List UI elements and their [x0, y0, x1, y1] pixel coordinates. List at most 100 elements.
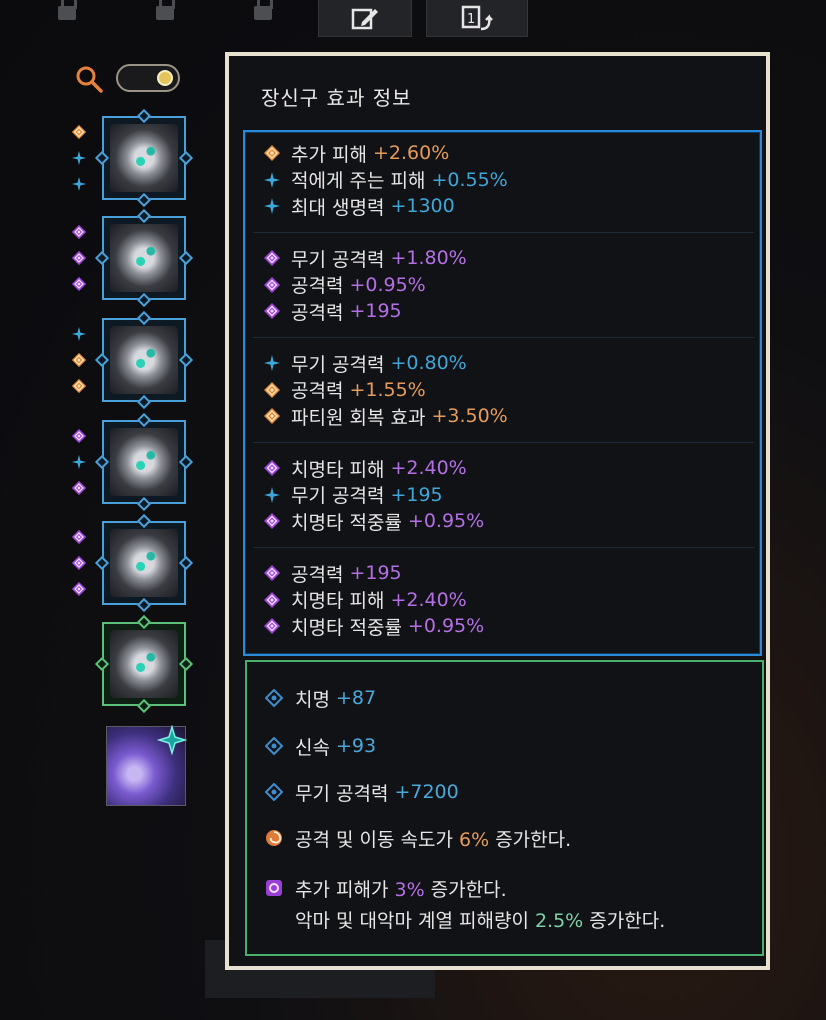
stat-section: 치명 +87 신속 +93 무기 공격력 +7200 공격 및 이동 속도가 6… [245, 660, 764, 956]
edit-button[interactable] [318, 0, 412, 37]
purple-diamond-icon [263, 276, 281, 294]
earring-icon [110, 326, 178, 394]
purple-diamond-icon [263, 512, 281, 530]
effect-row: 추가 피해가 3% 증가한다. [265, 874, 507, 902]
purple-diamond-icon [71, 529, 87, 545]
accessory-slot-earring-2[interactable] [94, 310, 194, 410]
blue-star-icon [263, 197, 281, 215]
purple-diamond-icon [71, 224, 87, 240]
option-row: 공격력 +1.55% [263, 377, 426, 403]
purple-diamond-icon [71, 276, 87, 292]
option-label: 치명타 피해 [291, 458, 385, 481]
bracelet-icon [110, 630, 178, 698]
option-value: +0.95% [349, 273, 426, 296]
option-label: 무기 공격력 [291, 485, 385, 507]
accessory-slot-necklace[interactable] [94, 108, 194, 208]
lock-icon [154, 0, 176, 24]
group-divider [253, 547, 754, 548]
option-label: 치명타 적중률 [291, 616, 402, 639]
option-value: +195 [349, 562, 402, 584]
option-value: +0.95% [407, 615, 485, 637]
effect-text-line2: 악마 및 대악마 계열 피해량이 2.5% 증가한다. [295, 910, 666, 932]
purple-diamond-icon [263, 617, 281, 635]
option-row: 공격력 +195 [263, 298, 402, 324]
lock-icon [56, 0, 78, 24]
search-icon[interactable] [74, 64, 104, 94]
purple-diamond-icon [71, 480, 87, 496]
option-value: +0.95% [407, 510, 485, 532]
option-label: 치명타 적중률 [291, 511, 402, 534]
orange-diamond-icon [71, 124, 87, 140]
stat-value: +7200 [394, 781, 459, 803]
stat-label: 신속 [295, 736, 330, 759]
orange-diamond-icon [263, 144, 281, 162]
accessory-slot-ring-1[interactable] [94, 412, 194, 512]
ability-stone-slot[interactable] [106, 725, 187, 806]
effect-text: 공격 및 이동 속도가 6% 증가한다. [295, 828, 572, 851]
option-section: 추가 피해 +2.60% 적에게 주는 피해 +0.55% 최대 생명력 +1300 무기 … [243, 130, 762, 656]
purple-diamond-icon [263, 249, 281, 267]
option-label: 치명타 피해 [291, 590, 385, 612]
option-row: 치명타 피해 +2.40% [263, 455, 467, 481]
effect-row: 공격 및 이동 속도가 6% 증가한다. [265, 824, 571, 852]
edit-icon [351, 8, 378, 30]
top-toolbar: 1 [0, 0, 826, 38]
blue-star-icon [263, 171, 281, 189]
option-row: 공격력 +0.95% [263, 272, 426, 298]
stat-row: 치명 +87 [265, 684, 376, 712]
option-row: 적에게 주는 피해 +0.55% [263, 167, 508, 193]
orange-diamond-icon [71, 378, 87, 394]
filter-toggle[interactable] [116, 64, 180, 92]
earring-icon [110, 224, 178, 292]
stat-row: 신속 +93 [265, 732, 376, 760]
orange-diamond-icon [71, 352, 87, 368]
option-label: 적에게 주는 피해 [291, 170, 426, 192]
purple-diamond-icon [71, 555, 87, 571]
option-row: 치명타 적중률 +0.95% [263, 508, 484, 534]
option-row: 무기 공격력 +1.80% [263, 245, 467, 271]
stat-value: +93 [335, 735, 377, 757]
effect-text: 추가 피해가 3% 증가한다. [295, 878, 507, 901]
option-value: +2.40% [390, 457, 467, 479]
stat-diamond-icon [265, 783, 283, 801]
option-value: +2.60% [372, 142, 450, 164]
star-badge-icon [157, 725, 187, 755]
stat-diamond-icon [265, 689, 283, 707]
option-row: 파티원 회복 효과 +3.50% [263, 403, 508, 429]
option-row: 최대 생명력 +1300 [263, 193, 455, 219]
option-value: +1300 [390, 195, 455, 217]
purple-square-icon [265, 879, 283, 897]
option-row: 치명타 적중률 +0.95% [263, 613, 484, 639]
option-value: +0.80% [390, 352, 467, 374]
purple-diamond-icon [263, 302, 281, 320]
stat-label: 무기 공격력 [295, 782, 389, 805]
option-row: 치명타 피해 +2.40% [263, 587, 467, 613]
option-row: 공격력 +195 [263, 560, 402, 586]
accessory-effect-panel: 장신구 효과 정보 추가 피해 +2.60% 적에게 주는 피해 +0.55% 최대 생… [225, 52, 770, 970]
preset-button[interactable]: 1 [426, 0, 528, 37]
option-label: 공격력 [291, 301, 344, 324]
option-label: 최대 생명력 [291, 196, 385, 219]
accessory-slot-earring-1[interactable] [94, 208, 194, 308]
stat-row: 무기 공격력 +7200 [265, 778, 459, 806]
ring-icon [110, 529, 178, 597]
option-value: +0.55% [431, 168, 508, 191]
option-value: +1.55% [349, 378, 426, 401]
option-value: +1.80% [390, 247, 467, 269]
toggle-knob [157, 70, 173, 86]
blue-star-icon [71, 176, 87, 192]
accessory-slot-bracelet[interactable] [94, 614, 194, 714]
purple-diamond-icon [263, 591, 281, 609]
purple-diamond-icon [71, 581, 87, 597]
necklace-icon [110, 124, 178, 192]
purple-diamond-icon [71, 428, 87, 444]
accessory-slot-ring-2[interactable] [94, 513, 194, 613]
orange-swirl-icon [265, 829, 283, 847]
option-value: +3.50% [431, 405, 508, 427]
option-label: 파티원 회복 효과 [291, 406, 426, 429]
option-label: 추가 피해 [291, 143, 367, 166]
option-row: 무기 공격력 +195 [263, 482, 443, 508]
purple-diamond-icon [71, 250, 87, 266]
stat-label: 치명 [295, 688, 330, 711]
option-label: 무기 공격력 [291, 353, 385, 376]
